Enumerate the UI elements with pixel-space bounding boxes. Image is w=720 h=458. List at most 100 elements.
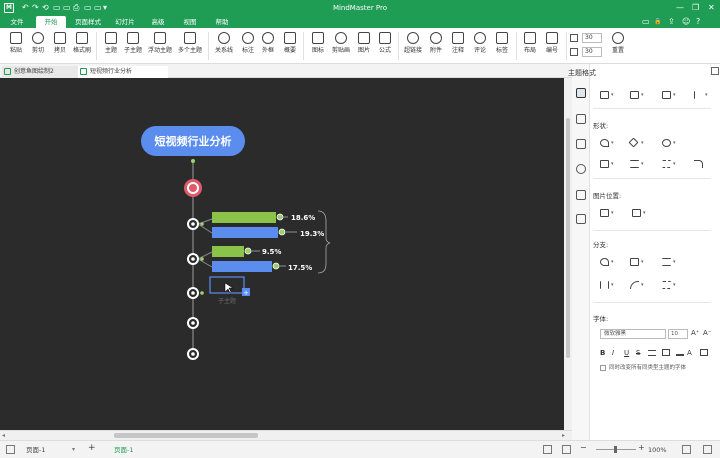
border-color-dropdown[interactable]: ▾ [600,159,614,169]
menu-view[interactable]: 视图 [176,16,204,28]
menu-page-style[interactable]: 页面样式 [70,16,106,28]
timeline-node[interactable] [187,317,199,329]
scroll-left-icon[interactable]: ◂ [2,431,5,440]
more-options-dropdown[interactable]: ▾ [694,90,708,100]
hyperlink-button[interactable]: 超链接 [401,32,425,60]
menu-file[interactable]: 文件 [4,16,30,28]
reset-button[interactable]: 重置 [606,32,630,60]
numbering-button[interactable]: 编号 [540,32,564,60]
font-family-select[interactable]: 微软雅黑 [600,329,666,339]
doc-tab-fishbone[interactable]: 创意鱼图绘制2 [2,66,78,78]
branch-weight-dropdown[interactable]: ▾ [662,257,676,267]
clear-format-icon[interactable] [700,349,708,356]
fit-page-icon[interactable] [543,445,552,454]
menu-home[interactable]: 开始 [36,16,66,28]
page-selector[interactable]: 页面-1 [26,445,45,455]
mindmap-canvas[interactable]: 短视频行业分析 18.6% 19.3% 9.5% 17.5% + 子主题 [0,78,564,430]
horizontal-scroll-thumb[interactable] [114,433,258,438]
scroll-right-icon[interactable]: ▸ [562,431,565,440]
topic-button[interactable]: 主题 [99,32,123,60]
topic-format-icon[interactable] [576,88,586,98]
subtopic-button[interactable]: 子主题 [121,32,145,60]
task-icon[interactable] [576,190,586,200]
timeline-node[interactable] [187,253,199,265]
multiple-topics-button[interactable]: 多个主题 [178,32,202,60]
timeline-node[interactable] [187,218,199,230]
branch-fill-dropdown[interactable]: ▾ [600,257,614,267]
fill-color-dropdown[interactable]: ▾ [600,138,614,148]
branch-layout-dropdown[interactable]: ▾ [630,90,644,100]
border-weight-dropdown[interactable]: ▾ [630,159,644,169]
zoom-out-icon[interactable]: − [580,443,587,453]
percentage-bar[interactable] [212,227,278,238]
layout-button[interactable]: 布局 [518,32,542,60]
floating-topic-button[interactable]: 浮动主题 [148,32,172,60]
menu-slides[interactable]: 幻灯片 [110,16,140,28]
summary-bracket[interactable] [317,210,331,274]
image-position-left-dropdown[interactable]: ▾ [600,208,614,218]
current-page-tab[interactable]: 页面-1 [114,445,133,455]
font-color-icon[interactable]: A [687,348,692,358]
page-panel-icon[interactable] [6,445,15,454]
strikethrough-button[interactable]: S [636,348,640,358]
menu-help[interactable]: 帮助 [208,16,236,28]
note-button[interactable]: 注释 [446,32,470,60]
feedback-icon[interactable]: ☺ [682,17,690,27]
timeline-node[interactable] [187,287,199,299]
structure-dropdown[interactable]: ▾ [600,90,614,100]
branch-color-dropdown[interactable]: ▾ [630,257,644,267]
shape-dropdown[interactable]: ▾ [628,137,644,148]
summary-button[interactable]: 概要 [278,32,302,60]
publish-icon[interactable]: ⇪ [668,17,675,27]
format-painter-button[interactable]: 格式刷 [70,32,94,60]
export-panel-icon[interactable] [576,214,586,224]
fullscreen-icon[interactable] [703,445,712,454]
font-size-select[interactable]: 10 [668,329,688,339]
icon-library-button[interactable]: 图标 [306,32,330,60]
maximize-button[interactable]: ❐ [692,2,699,14]
formula-button[interactable]: 公式 [373,32,397,60]
relationship-button[interactable]: 关系线 [212,32,236,60]
vertical-scroll-thumb[interactable] [566,118,570,358]
menu-advanced[interactable]: 高级 [144,16,172,28]
percentage-bar[interactable] [212,261,272,272]
close-button[interactable]: ✕ [708,2,715,14]
paste-button[interactable]: 粘贴 [4,32,28,60]
presentation-icon[interactable] [562,445,571,454]
tag-button[interactable]: 标签 [490,32,514,60]
percentage-bar[interactable] [212,212,276,223]
doc-tab-short-video[interactable]: 短视频行业分析 [78,66,168,78]
add-page-button[interactable]: + [88,443,96,453]
icon-panel-icon[interactable] [576,139,586,149]
panel-float-icon[interactable] [711,67,719,75]
outline-icon[interactable] [576,114,586,124]
italic-button[interactable]: I [612,348,614,358]
horizontal-spacing-input[interactable]: 30 [582,33,602,43]
clipart-panel-icon[interactable] [576,164,586,174]
horizontal-scrollbar[interactable]: ◂ ▸ [0,430,572,440]
timeline-node[interactable] [187,348,199,360]
comment-button[interactable]: 评论 [468,32,492,60]
share-icon[interactable]: ▭ [642,17,650,27]
image-position-top-dropdown[interactable]: ▾ [632,208,646,218]
cut-button[interactable]: 剪切 [26,32,50,60]
shadow-dropdown[interactable]: ▾ [662,138,676,148]
vertical-scrollbar[interactable] [564,78,572,430]
underline-button[interactable]: U [624,348,629,358]
bold-button[interactable]: B [600,348,605,358]
lock-icon[interactable]: 🔒 [654,17,661,27]
clipart-button[interactable]: 剪贴画 [329,32,353,60]
branch-curve-dropdown[interactable]: ▾ [630,280,644,290]
boundary-button[interactable]: 外框 [256,32,280,60]
minimize-button[interactable]: — [676,2,684,14]
branch-connector-dropdown[interactable]: ▾ [600,280,614,290]
decrease-font-icon[interactable]: A⁻ [703,328,711,338]
branch-dash-dropdown[interactable]: ▾ [662,280,676,290]
zoom-in-icon[interactable]: + [638,443,645,453]
text-highlight-icon[interactable] [676,349,684,356]
list-icon[interactable] [648,350,656,356]
attachment-button[interactable]: 附件 [424,32,448,60]
connector-style-dropdown[interactable]: ▾ [662,90,676,100]
corner-style-button[interactable] [694,159,706,169]
vertical-spacing-input[interactable]: 30 [582,47,602,57]
